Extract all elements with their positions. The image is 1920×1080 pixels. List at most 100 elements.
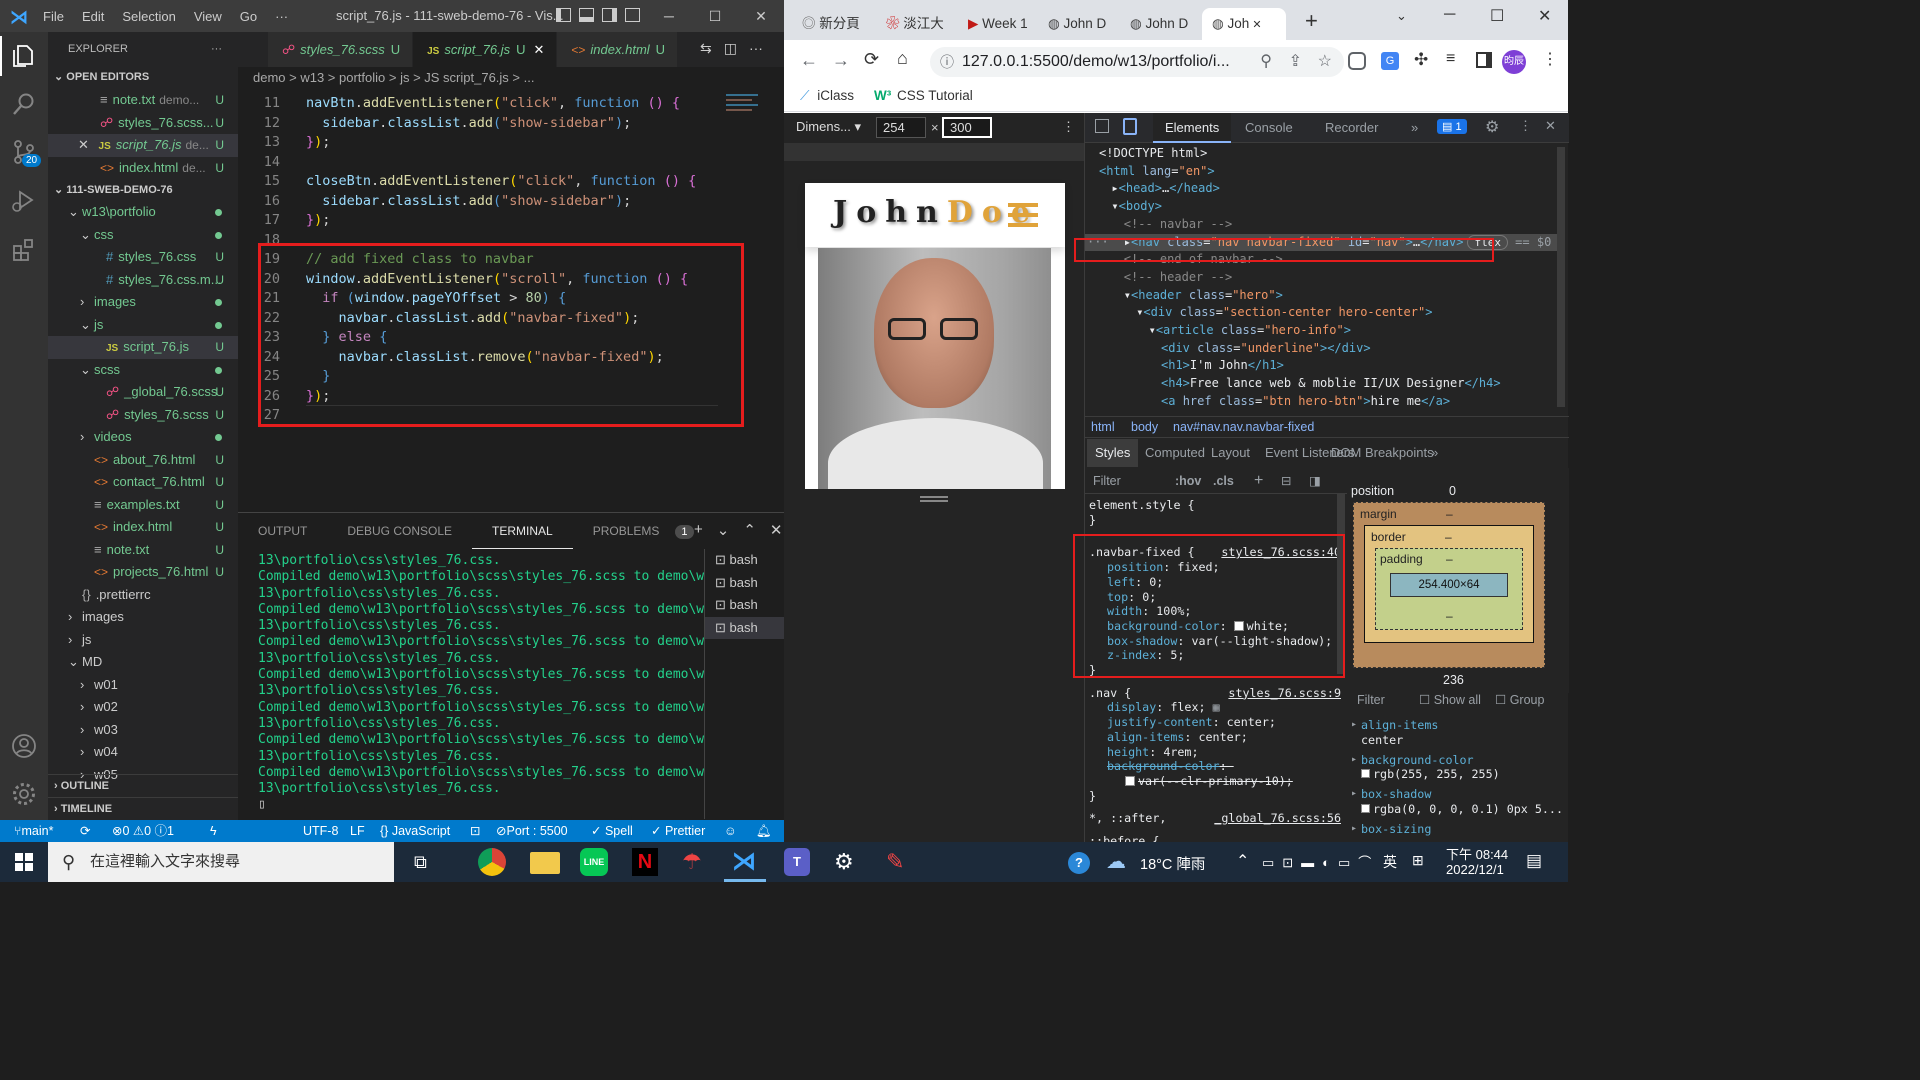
editor-tab[interactable]: ☍ styles_76.scss U: [268, 32, 414, 67]
tree-file[interactable]: <> projects_76.html U: [48, 561, 238, 584]
lightning-icon[interactable]: ϟ: [210, 820, 217, 842]
tree-file[interactable]: # styles_76.css.m... U: [48, 269, 238, 292]
dom-breadcrumb-item[interactable]: html: [1091, 417, 1115, 438]
dom-node[interactable]: <!-- header -->: [1124, 269, 1232, 287]
tree-folder[interactable]: › w01: [48, 674, 238, 697]
prettier-status[interactable]: ✓ Prettier: [651, 820, 705, 842]
devtools-tab[interactable]: Console: [1233, 113, 1305, 143]
inspect-element-icon[interactable]: [1095, 119, 1109, 133]
devtools-settings-icon[interactable]: ⚙: [1485, 117, 1499, 137]
problems-status[interactable]: ⊗0 ⚠0 ⓘ1: [112, 820, 174, 842]
settings-gear-icon[interactable]: [10, 780, 38, 808]
side-panel-icon[interactable]: [1476, 52, 1492, 68]
ime-mode-icon[interactable]: ⊞: [1412, 852, 1424, 869]
browser-tab[interactable]: ❀ 淡江大: [876, 8, 956, 40]
group-checkbox[interactable]: ☐ Group: [1495, 688, 1544, 712]
new-tab-button[interactable]: +: [1305, 8, 1318, 34]
menu-item-0[interactable]: File: [34, 9, 73, 24]
terminal-instance[interactable]: ⊡ bash: [705, 572, 784, 595]
color-swatch[interactable]: [1125, 775, 1135, 786]
more-actions-icon[interactable]: ···: [211, 32, 222, 66]
bookmark-css-tutorial[interactable]: W³ CSS Tutorial: [874, 88, 973, 103]
customize-layout-icon[interactable]: [625, 8, 640, 22]
run-debug-icon[interactable]: [10, 186, 38, 214]
open-editors-section[interactable]: ⌄ OPEN EDITORS: [48, 66, 238, 89]
eol-status[interactable]: LF: [350, 820, 365, 842]
site-info-icon[interactable]: ⓘ: [940, 47, 954, 77]
css-declaration[interactable]: height: 4rem;: [1107, 745, 1199, 760]
minimap[interactable]: [726, 91, 766, 125]
extensions-puzzle-icon[interactable]: ✣: [1414, 50, 1428, 70]
open-editor-item[interactable]: ✕ JS script_76.js de... U: [48, 134, 238, 157]
tree-folder[interactable]: › w03: [48, 719, 238, 742]
bookmark-star-icon[interactable]: ☆: [1318, 47, 1332, 77]
rule-source-link[interactable]: _global_76.scss:56: [1214, 811, 1341, 826]
dom-node[interactable]: <!DOCTYPE html>: [1099, 145, 1207, 163]
computed-property[interactable]: ▸ box-sizing: [1349, 822, 1569, 837]
styles-filter-input[interactable]: Filter: [1093, 468, 1121, 494]
tree-file[interactable]: {} .prettierrc: [48, 584, 238, 607]
tree-folder[interactable]: ⌄ js: [48, 314, 238, 337]
teams-icon[interactable]: T: [784, 848, 810, 876]
device-width-input[interactable]: 254: [876, 117, 926, 138]
vscode-taskbar-icon[interactable]: ⋊: [732, 848, 762, 876]
toggle-secondary-sidebar-icon[interactable]: [602, 8, 617, 22]
computed-property[interactable]: ▸ box-shadow rgba(0, 0, 0, 0.1) 0px 5...: [1349, 787, 1569, 816]
file-explorer-icon[interactable]: [530, 852, 560, 874]
dom-node[interactable]: <!-- navbar -->: [1124, 216, 1232, 234]
computed-sidebar-icon[interactable]: ◨: [1309, 468, 1321, 494]
compare-icon[interactable]: ⇆: [700, 40, 712, 57]
translate-icon[interactable]: G: [1381, 52, 1399, 70]
url-field[interactable]: ⓘ 127.0.0.1:5500/demo/w13/portfolio/i...…: [930, 47, 1344, 77]
split-editor-icon[interactable]: ◫: [724, 40, 737, 57]
styles-subtab[interactable]: Styles: [1087, 439, 1139, 467]
dom-node[interactable]: ▸<head>…</head>: [1111, 180, 1219, 198]
tree-file[interactable]: <> about_76.html U: [48, 449, 238, 472]
open-editor-item[interactable]: <> index.html de... U: [48, 157, 238, 180]
dom-node[interactable]: ▾<div class="section-center hero-center"…: [1136, 304, 1432, 322]
close-editor-icon[interactable]: ✕: [78, 137, 93, 152]
profile-avatar[interactable]: 昀辰: [1502, 50, 1526, 74]
chrome-taskbar-icon[interactable]: [478, 848, 506, 876]
new-terminal-icon[interactable]: +: [694, 521, 703, 539]
browser-close-icon[interactable]: ✕: [1538, 6, 1551, 26]
maximize-icon[interactable]: ☐: [692, 0, 738, 32]
outline-section[interactable]: › OUTLINE: [48, 774, 238, 797]
browser-minimize-icon[interactable]: ─: [1444, 6, 1455, 24]
browser-tab[interactable]: ◍ John D: [1120, 8, 1200, 40]
dom-node[interactable]: ▾<article class="hero-info">: [1149, 322, 1351, 340]
rule-selector[interactable]: .nav {: [1089, 686, 1131, 701]
task-view-icon[interactable]: ⧉: [414, 848, 444, 876]
project-section[interactable]: ⌄ 111-SWEB-DEMO-76: [48, 179, 238, 202]
rule-selector[interactable]: element.style {: [1089, 498, 1195, 513]
show-all-checkbox[interactable]: ☐ Show all: [1419, 688, 1481, 712]
close-panel-icon[interactable]: ✕: [770, 521, 783, 539]
tree-folder[interactable]: › w02: [48, 696, 238, 719]
netflix-icon[interactable]: N: [632, 848, 658, 876]
rule-source-link[interactable]: styles_76.scss:9: [1228, 686, 1341, 701]
browser-tab[interactable]: ◎ 新分頁: [792, 8, 874, 40]
app-icon-9[interactable]: ✎: [886, 848, 916, 876]
notifications-icon[interactable]: 🔔︎: [756, 820, 772, 842]
branch-status[interactable]: ⑂ main*: [14, 820, 53, 842]
styles-subtab[interactable]: Computed: [1137, 439, 1213, 467]
tree-folder[interactable]: › w04: [48, 741, 238, 764]
tree-folder[interactable]: › images: [48, 606, 238, 629]
tray-chevron-icon[interactable]: ⌃: [1236, 851, 1249, 871]
devtools-tab[interactable]: Elements: [1153, 113, 1232, 143]
browser-tab[interactable]: ▶ Week 1: [958, 8, 1036, 40]
dom-node[interactable]: <html lang="en">: [1099, 163, 1215, 181]
extensions-icon[interactable]: [10, 236, 38, 264]
terminal-dropdown-icon[interactable]: ⌄: [717, 521, 730, 539]
dom-tree[interactable]: <!DOCTYPE html> <html lang="en"> ▸<head>…<…: [1085, 143, 1557, 413]
tab-search-icon[interactable]: ⌄: [1396, 8, 1407, 24]
close-window-icon[interactable]: ✕: [738, 0, 784, 32]
editor-more-icon[interactable]: ···: [749, 40, 763, 57]
forward-icon[interactable]: →: [832, 50, 850, 71]
minimize-icon[interactable]: ─: [646, 0, 692, 32]
flex-editor-icon[interactable]: ▦: [1206, 700, 1220, 714]
tray-icons[interactable]: ▭⊡▬◐▭⌒: [1262, 852, 1379, 871]
tree-folder[interactable]: › images: [48, 291, 238, 314]
editor-tab[interactable]: <> index.html U: [557, 32, 679, 67]
browser-tab[interactable]: ◍ John D: [1038, 8, 1118, 40]
